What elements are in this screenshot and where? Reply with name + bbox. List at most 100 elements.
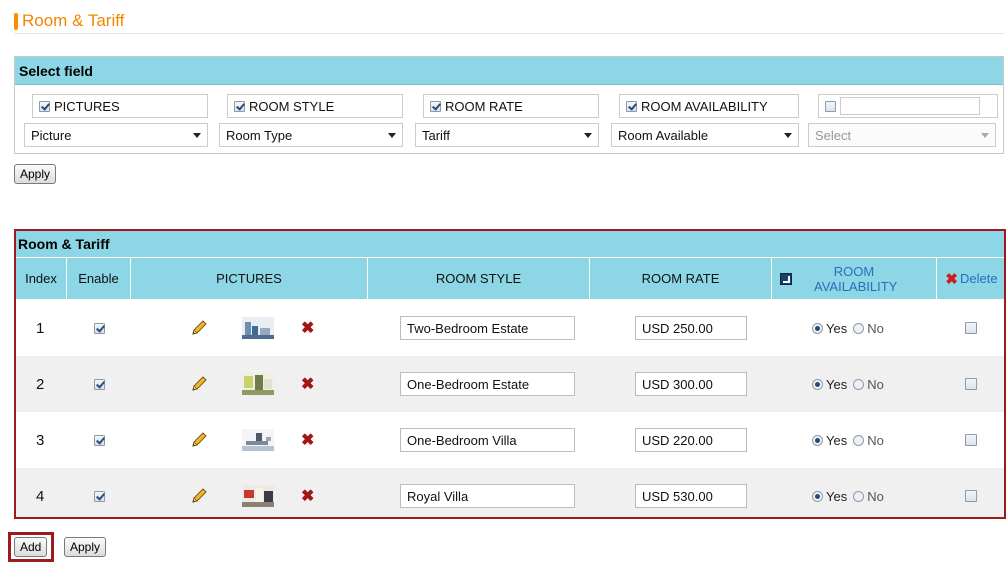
- select-field-heading: Select field: [15, 57, 1003, 85]
- field-room-availability-checkbox[interactable]: [626, 100, 637, 112]
- field-checkbox-row: PICTURES ROOM STYLE ROOM RATE ROOM AVAIL…: [15, 94, 1003, 118]
- row-delete-checkbox[interactable]: [965, 490, 977, 502]
- col-index-label: Index: [25, 271, 57, 286]
- row-delete-checkbox[interactable]: [965, 378, 977, 390]
- room-style-input[interactable]: One-Bedroom Villa: [400, 428, 575, 452]
- remove-picture-icon[interactable]: ✖: [301, 318, 314, 338]
- remove-picture-icon[interactable]: ✖: [301, 430, 314, 450]
- radio-no[interactable]: [853, 378, 865, 390]
- availability-radio-group: Yes No: [812, 356, 890, 412]
- row-enable-checkbox[interactable]: [94, 434, 105, 446]
- room-rate-input[interactable]: USD 300.00: [635, 372, 747, 396]
- field-room-availability-label: ROOM AVAILABILITY: [641, 98, 768, 114]
- delete-x-icon: ✖: [945, 270, 958, 288]
- col-room-availability[interactable]: ROOM AVAILABILITY: [771, 257, 936, 299]
- room-style-input[interactable]: Royal Villa: [400, 484, 575, 508]
- radio-no[interactable]: [853, 322, 865, 334]
- field-room-style-checkbox[interactable]: [234, 100, 245, 112]
- sort-icon[interactable]: [780, 273, 792, 285]
- col-enable-label: Enable: [78, 271, 119, 286]
- field-pictures-label: PICTURES: [54, 98, 120, 114]
- radio-yes[interactable]: [812, 378, 823, 390]
- row-enable-checkbox[interactable]: [94, 378, 105, 390]
- pencil-icon[interactable]: [190, 431, 208, 449]
- row-enable-checkbox[interactable]: [94, 490, 105, 502]
- select-room-availability[interactable]: Room Available: [611, 123, 799, 147]
- pencil-icon[interactable]: [190, 487, 208, 505]
- table-row: 2 ✖ One-Bedroom Estate USD 300.00 Yes No: [16, 356, 1004, 412]
- select-empty[interactable]: Select: [808, 123, 996, 147]
- field-room-rate-checkbox[interactable]: [430, 100, 441, 112]
- room-rate-input[interactable]: USD 530.00: [635, 484, 747, 508]
- field-room-rate[interactable]: ROOM RATE: [423, 94, 599, 118]
- select-room-style[interactable]: Room Type: [219, 123, 403, 147]
- col-delete[interactable]: ✖ Delete: [936, 257, 1004, 299]
- row-delete-checkbox[interactable]: [965, 322, 977, 334]
- room-rate-input[interactable]: USD 250.00: [635, 316, 747, 340]
- remove-picture-icon[interactable]: ✖: [301, 374, 314, 394]
- select-empty-value: Select: [815, 127, 852, 143]
- row-delete-checkbox[interactable]: [965, 434, 977, 446]
- page-title-text: Room & Tariff: [22, 11, 125, 30]
- radio-yes[interactable]: [812, 490, 823, 502]
- col-room-style-label: ROOM STYLE: [435, 271, 522, 286]
- room-thumbnail-image: [242, 317, 274, 339]
- select-room-rate-value: Tariff: [422, 127, 450, 143]
- table-row: 3 ✖ One-Bedroom Villa USD 220.00 Yes No: [16, 412, 1004, 468]
- field-empty-input[interactable]: [840, 97, 980, 115]
- select-room-style-value: Room Type: [226, 127, 293, 143]
- room-rate-input[interactable]: USD 220.00: [635, 428, 747, 452]
- radio-yes-label: Yes: [826, 376, 848, 392]
- field-pictures-checkbox[interactable]: [39, 100, 50, 112]
- pencil-icon[interactable]: [190, 375, 208, 393]
- col-room-availability-label[interactable]: ROOM AVAILABILITY: [814, 264, 897, 294]
- table-row: 4 ✖ Royal Villa USD 530.00 Yes No: [16, 468, 1004, 517]
- col-room-rate: ROOM RATE: [589, 257, 771, 299]
- col-room-style: ROOM STYLE: [367, 257, 589, 299]
- select-room-availability-value: Room Available: [618, 127, 709, 143]
- row-index: 1: [36, 319, 45, 337]
- field-room-availability[interactable]: ROOM AVAILABILITY: [619, 94, 799, 118]
- col-enable: Enable: [66, 257, 130, 299]
- add-button[interactable]: Add: [14, 537, 48, 557]
- pencil-icon[interactable]: [190, 319, 208, 337]
- select-room-rate[interactable]: Tariff: [415, 123, 599, 147]
- col-delete-label[interactable]: Delete: [960, 271, 998, 286]
- chevron-down-icon: [981, 132, 989, 138]
- field-empty[interactable]: [818, 94, 998, 118]
- radio-no[interactable]: [853, 490, 865, 502]
- radio-yes[interactable]: [812, 322, 823, 334]
- radio-no-label: No: [867, 376, 884, 392]
- radio-no-label: No: [867, 432, 884, 448]
- availability-radio-group: Yes No: [812, 468, 890, 517]
- radio-no-label: No: [867, 488, 884, 504]
- chevron-down-icon: [584, 132, 592, 138]
- field-room-style[interactable]: ROOM STYLE: [227, 94, 403, 118]
- radio-yes[interactable]: [812, 434, 823, 446]
- radio-no-label: No: [867, 320, 884, 336]
- field-pictures[interactable]: PICTURES: [32, 94, 208, 118]
- apply-table-button[interactable]: Apply: [64, 537, 107, 557]
- select-pictures[interactable]: Picture: [24, 123, 208, 147]
- col-pictures: PICTURES: [130, 257, 367, 299]
- radio-yes-label: Yes: [826, 320, 848, 336]
- table-row: 1 ✖ Two-Bedroom Estate USD 250.00 Yes No: [16, 300, 1004, 356]
- field-select-row: Picture Room Type Tariff Room Available: [15, 123, 1003, 147]
- field-room-style-label: ROOM STYLE: [249, 98, 335, 114]
- remove-picture-icon[interactable]: ✖: [301, 486, 314, 506]
- title-divider: [14, 33, 1004, 34]
- availability-radio-group: Yes No: [812, 412, 890, 468]
- row-index: 3: [36, 431, 45, 449]
- room-style-input[interactable]: One-Bedroom Estate: [400, 372, 575, 396]
- room-style-input[interactable]: Two-Bedroom Estate: [400, 316, 575, 340]
- radio-yes-label: Yes: [826, 488, 848, 504]
- radio-no[interactable]: [853, 434, 865, 446]
- row-index: 2: [36, 375, 45, 393]
- title-accent-bar: [14, 12, 18, 30]
- field-empty-checkbox[interactable]: [825, 100, 836, 112]
- row-enable-checkbox[interactable]: [94, 322, 105, 334]
- select-field-panel: Select field PICTURES ROOM STYLE ROOM RA…: [14, 56, 1004, 154]
- col-index: Index: [16, 257, 66, 299]
- col-room-rate-label: ROOM RATE: [641, 271, 720, 286]
- apply-fields-button[interactable]: Apply: [14, 164, 57, 184]
